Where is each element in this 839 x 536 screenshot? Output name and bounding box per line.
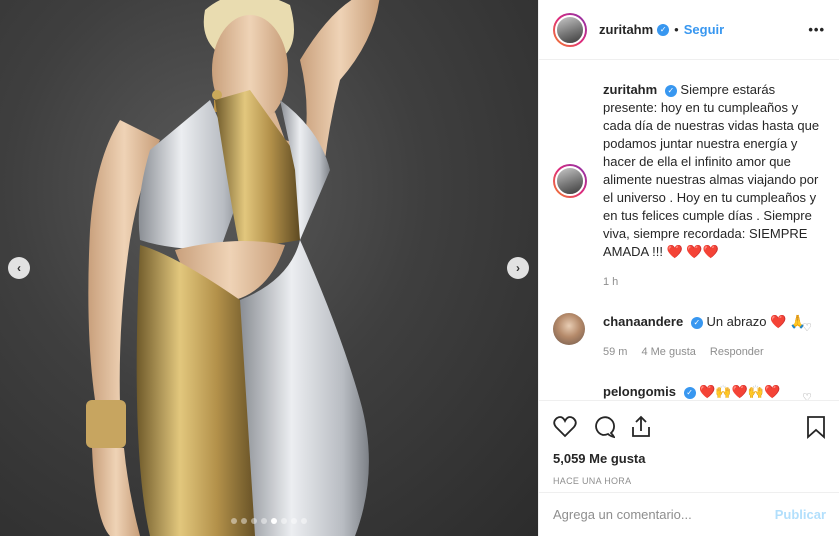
comment-emoji: ❤️ 🙏 xyxy=(770,314,807,329)
post-side-panel: zuritahm ✓ • Seguir ••• zuritahm ✓ Siemp… xyxy=(538,0,839,536)
publish-button[interactable]: Publicar xyxy=(775,507,826,522)
like-comment-icon[interactable]: ♡ xyxy=(802,389,812,400)
carousel-dot xyxy=(261,518,267,524)
carousel-dot xyxy=(231,518,237,524)
caption-time: 1 h xyxy=(603,276,619,288)
reply-button[interactable]: Responder xyxy=(710,343,764,361)
caption-hearts: ❤️ ❤️❤️ xyxy=(666,244,719,259)
author-avatar[interactable] xyxy=(553,12,587,47)
carousel-dot xyxy=(241,518,247,524)
comment-item: chanaandere ✓ Un abrazo ❤️ 🙏 ♡ 59 m 4 Me… xyxy=(553,313,826,361)
caption-text: Siempre estarás presente: hoy en tu cump… xyxy=(603,82,820,259)
post-header: zuritahm ✓ • Seguir ••• xyxy=(539,0,839,60)
carousel-dot xyxy=(301,518,307,524)
add-comment-bar: Publicar xyxy=(539,492,839,536)
commenter-avatar[interactable] xyxy=(553,313,585,345)
verified-icon: ✓ xyxy=(690,316,703,329)
post-actions: 5,059 Me gusta Hace una hora xyxy=(539,400,839,486)
like-count[interactable]: 5,059 Me gusta xyxy=(553,451,826,466)
more-icon[interactable]: ••• xyxy=(808,22,825,37)
comment-emoji: ❤️🙌❤️🙌❤️ xyxy=(699,384,781,399)
verified-icon: ✓ xyxy=(664,84,677,97)
carousel-dot xyxy=(251,518,257,524)
comment-text: Un abrazo xyxy=(706,314,771,329)
next-image-button[interactable]: › xyxy=(507,257,529,279)
carousel-dots xyxy=(0,518,538,524)
post-timestamp: Hace una hora xyxy=(553,476,632,486)
like-comment-icon[interactable]: ♡ xyxy=(802,319,812,337)
header-separator: • xyxy=(674,22,679,37)
carousel-dot xyxy=(281,518,287,524)
post-caption: zuritahm ✓ Siempre estarás presente: hoy… xyxy=(553,61,826,291)
photo-figure xyxy=(86,0,380,536)
verified-icon: ✓ xyxy=(657,23,670,36)
comment-icon[interactable] xyxy=(591,415,615,439)
follow-button[interactable]: Seguir xyxy=(684,22,724,37)
post-image: ‹ › xyxy=(0,0,538,536)
caption-username[interactable]: zuritahm xyxy=(603,82,657,97)
share-icon[interactable] xyxy=(629,415,653,439)
comment-item: pelongomis ✓ ❤️🙌❤️🙌❤️ ♡ xyxy=(553,383,826,400)
comment-time: 59 m xyxy=(603,346,628,358)
commenter-username[interactable]: pelongomis xyxy=(603,384,676,399)
comment-likes[interactable]: 4 Me gusta xyxy=(641,343,695,361)
save-icon[interactable] xyxy=(806,415,826,439)
caption-avatar[interactable] xyxy=(553,164,587,198)
comment-input[interactable] xyxy=(553,507,775,522)
carousel-dot xyxy=(271,518,277,524)
heart-icon[interactable] xyxy=(553,416,577,438)
commenter-username[interactable]: chanaandere xyxy=(603,314,683,329)
carousel-dot xyxy=(291,518,297,524)
author-username[interactable]: zuritahm xyxy=(599,22,653,37)
comments-list[interactable]: zuritahm ✓ Siempre estarás presente: hoy… xyxy=(539,61,839,400)
prev-image-button[interactable]: ‹ xyxy=(8,257,30,279)
verified-icon: ✓ xyxy=(683,386,696,399)
